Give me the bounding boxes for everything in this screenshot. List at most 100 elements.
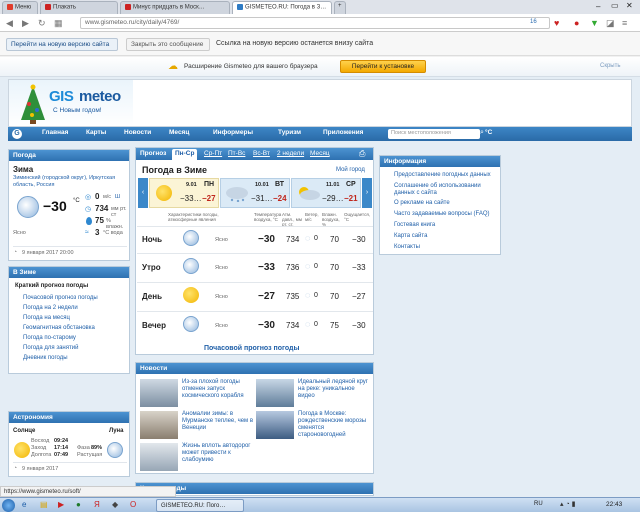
nav-apps[interactable]: Приложения	[323, 129, 363, 136]
my-city-link[interactable]: Мой город	[336, 167, 365, 173]
city-link-2weeks[interactable]: Погода на 2 недели	[23, 305, 78, 311]
news-thumb[interactable]	[256, 379, 294, 407]
info-link-contacts[interactable]: Контакты	[394, 244, 498, 250]
search-icon[interactable]: ⌕	[480, 129, 484, 137]
language-indicator[interactable]: RU	[534, 501, 543, 507]
pressure-unit: мм рт. ст	[111, 206, 127, 218]
address-bar[interactable]: www.gismeteo.ru/city/daily/4769/	[80, 17, 550, 29]
info-link-agreement[interactable]: Соглашение об использовании данных с сай…	[394, 183, 498, 197]
city-link-geomagnetic[interactable]: Геомагнитная обстановка	[23, 325, 95, 331]
info-link-sitemap[interactable]: Карта сайта	[394, 233, 498, 239]
heart-icon[interactable]: ♥	[554, 17, 559, 29]
menu-icon[interactable]: ≡	[622, 17, 627, 29]
taskbar-opera-window[interactable]: GISMETEO.RU: Пого…	[156, 499, 244, 512]
nav-month[interactable]: Месяц	[169, 129, 189, 136]
row-divider	[137, 253, 373, 254]
app-icon[interactable]: ●	[76, 500, 81, 509]
tab-sun-tue[interactable]: Вс-Вт	[253, 150, 270, 157]
site-notice-bar: Перейти на новую версию сайта Закрыть эт…	[0, 32, 640, 56]
tab-mon-wed[interactable]: Пн-Ср	[172, 149, 198, 160]
minimize-button[interactable]: –	[596, 2, 600, 11]
adblock-icon[interactable]: ●	[574, 17, 579, 29]
tab-2weeks[interactable]: 2 недели	[277, 150, 304, 157]
info-link-faq[interactable]: Часто задаваемые вопросы (FAQ)	[394, 211, 498, 217]
wind-icon: ◎	[85, 194, 92, 201]
news-item[interactable]: Идеальный ледяной круг на реке: уникальн…	[298, 379, 372, 400]
news-thumb[interactable]	[140, 443, 178, 471]
nav-news[interactable]: Новости	[124, 129, 151, 136]
tab-plakat[interactable]: Плакать	[40, 1, 118, 14]
city-region[interactable]: Зиминский (городской округ), Иркутская о…	[13, 175, 129, 189]
news-item[interactable]: Аномалии зимы: в Мурманске теплее, чем в…	[182, 411, 254, 432]
astronomy-panel: Астрономия Солнце Луна Восход 09:24 Захо…	[8, 411, 130, 477]
current-temp: −30	[43, 198, 67, 214]
news-thumb[interactable]	[140, 379, 178, 407]
city-link-diary[interactable]: Дневник погоды	[23, 355, 68, 361]
hide-banner-link[interactable]: Скрыть	[600, 63, 620, 69]
prev-days-arrow[interactable]: ‹	[138, 178, 148, 208]
ie-icon[interactable]: e	[22, 500, 26, 509]
city-link-oldstyle[interactable]: Погода по-старому	[23, 335, 76, 341]
day-card-2[interactable]: 11.01 СР −29… −21	[291, 178, 361, 208]
speed-dial-icon[interactable]: ▦	[54, 17, 63, 29]
reload-icon[interactable]: ↻	[38, 17, 46, 29]
app-icon[interactable]: ◆	[112, 500, 118, 509]
city-link-hourly[interactable]: Почасовой прогноз погоды	[23, 295, 98, 301]
col-header-temp: Температура воздуха, °C	[254, 212, 282, 222]
tab-wed-fri[interactable]: Ср-Пт	[204, 150, 222, 157]
next-days-arrow[interactable]: ›	[362, 178, 372, 208]
news-thumb[interactable]	[140, 411, 178, 439]
logo-meteo: meteo	[79, 88, 121, 105]
location-search-input[interactable]: Поиск местоположения	[388, 129, 480, 139]
hourly-forecast-link[interactable]: Почасовой прогноз погоды	[204, 345, 299, 352]
install-extension-button[interactable]: Перейти к установке	[340, 60, 426, 73]
nav-maps[interactable]: Карты	[86, 129, 106, 136]
day-card-0[interactable]: 9.01 ПН −33… −27	[149, 178, 219, 208]
close-window-button[interactable]: ✕	[626, 1, 633, 10]
tab-month[interactable]: Месяц	[310, 150, 330, 157]
opera-icon[interactable]: O	[130, 500, 136, 509]
ext-count: 16	[530, 19, 537, 25]
tab-fri-sun[interactable]: Пт-Вс	[228, 150, 245, 157]
media-icon[interactable]: ▶	[58, 500, 64, 509]
city-name: Зима	[13, 165, 34, 174]
news-item[interactable]: Из-за плохой погоды отменен запуск косми…	[182, 379, 254, 400]
city-link-brief[interactable]: Краткий прогноз погоды	[15, 283, 88, 289]
nav-informers[interactable]: Информеры	[213, 129, 253, 136]
tab-menu[interactable]: Меню	[2, 1, 38, 14]
info-link-ads[interactable]: О рекламе на сайте	[394, 200, 498, 206]
news-item[interactable]: Жизнь вплоть автодорог может привести к …	[182, 443, 254, 464]
close-notice-button[interactable]: Закрыть это сообщение	[126, 38, 210, 51]
yandex-icon[interactable]: Я	[94, 500, 100, 509]
logo-area[interactable]: GIS meteo С Новым годом!	[9, 80, 133, 126]
print-icon[interactable]: ⎙	[359, 149, 365, 159]
maximize-button[interactable]: ▭	[611, 1, 619, 10]
period-night: Ночь	[142, 235, 163, 244]
sunrise-label: Восход	[31, 438, 50, 444]
unit-switch[interactable]: °C	[485, 129, 492, 136]
explorer-icon[interactable]: ▤	[40, 500, 48, 509]
tray-icons[interactable]: ▴ ◔ ▮	[560, 500, 575, 508]
info-link-data[interactable]: Предоставление погодных данных	[394, 172, 498, 178]
back-icon[interactable]: ◀	[6, 17, 13, 29]
start-button[interactable]	[2, 499, 15, 512]
day-card-1[interactable]: 10.01 ВТ −31… −24	[220, 178, 290, 208]
day-tmin: −31…	[251, 194, 273, 203]
nav-tourism[interactable]: Туризм	[278, 129, 301, 136]
sunset-time: 17:14	[54, 445, 69, 451]
home-logo-icon[interactable]: G	[12, 129, 22, 139]
tab-gismeteo[interactable]: GISMETEO.RU: Погода в З…	[232, 1, 332, 14]
download-icon[interactable]: ▼	[590, 17, 599, 29]
new-version-button[interactable]: Перейти на новую версию сайта	[6, 38, 118, 51]
extensions-icon[interactable]: ◪	[606, 17, 615, 29]
news-thumb[interactable]	[256, 411, 294, 439]
forward-icon[interactable]: ▶	[22, 17, 29, 29]
news-item[interactable]: Погода в Москве: рождественские морозы с…	[298, 411, 372, 439]
new-tab-button[interactable]: +	[334, 1, 346, 14]
nav-home[interactable]: Главная	[42, 129, 68, 136]
info-link-guestbook[interactable]: Гостевая книга	[394, 222, 498, 228]
tab-minus-thirty[interactable]: Минус придцать в Моск…	[120, 1, 230, 14]
city-link-activities[interactable]: Погода для занятий	[23, 345, 78, 351]
city-link-month[interactable]: Погода на месяц	[23, 315, 70, 321]
row-cond: Ясно	[215, 265, 228, 271]
